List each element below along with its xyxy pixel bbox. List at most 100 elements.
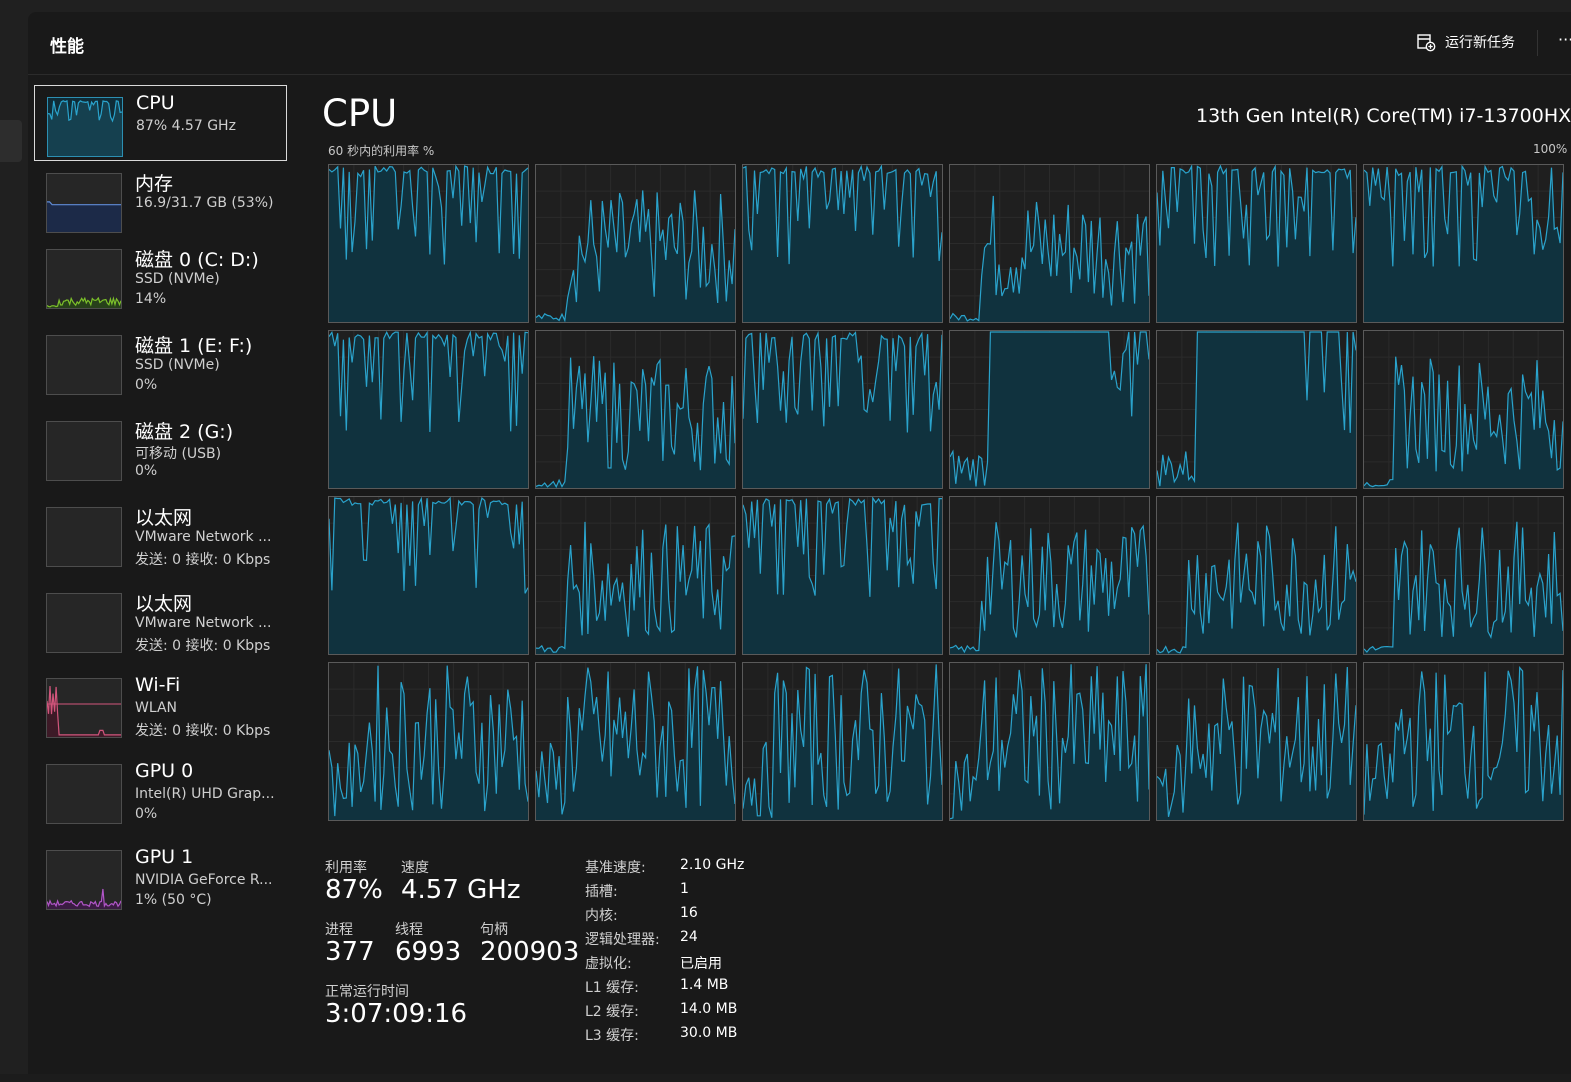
ethernet-1-thumbnail bbox=[46, 507, 122, 567]
info-label-l1-cache: L1 缓存: bbox=[585, 980, 639, 996]
info-label-l3-cache: L3 缓存: bbox=[585, 1028, 639, 1044]
logical-processor-svg bbox=[1157, 663, 1356, 820]
disk-0-thumbnail-graph bbox=[47, 296, 121, 308]
logical-processor-svg bbox=[1157, 497, 1356, 654]
logical-processor-svg bbox=[950, 663, 1149, 820]
info-value-sockets: 1 bbox=[680, 881, 689, 897]
disk-0-thumbnail bbox=[46, 249, 122, 309]
sidebar-item-disk-0[interactable]: 磁盘 0 (C: D:) SSD (NVMe) 14% bbox=[34, 239, 286, 315]
logical-processor-graph bbox=[535, 496, 736, 655]
mem-thumb-fill bbox=[47, 201, 121, 232]
info-label-virtualization: 虚拟化: bbox=[585, 956, 632, 972]
logical-processor-graph bbox=[949, 164, 1150, 323]
disk-2-thumbnail bbox=[46, 421, 122, 481]
cpu-thumbnail bbox=[47, 97, 123, 157]
sidebar-item-gpu-1[interactable]: GPU 1 NVIDIA GeForce R... 1% (50 °C) bbox=[34, 840, 286, 916]
logical-processor-graph bbox=[1156, 330, 1357, 489]
gpu-thumb-line bbox=[47, 888, 121, 908]
sidebar-item-cpu[interactable]: CPU 87% 4.57 GHz bbox=[34, 85, 287, 161]
logical-processor-graph bbox=[328, 496, 529, 655]
info-label-logical-processors: 逻辑处理器: bbox=[585, 932, 660, 948]
more-options-button[interactable]: ··· bbox=[1558, 30, 1571, 49]
handles-value: 200903 bbox=[480, 937, 580, 967]
logical-processor-svg bbox=[536, 497, 735, 654]
logical-processor-graph bbox=[535, 164, 736, 323]
info-value-l3-cache: 30.0 MB bbox=[680, 1025, 738, 1041]
sidebar-item-disk-2[interactable]: 磁盘 2 (G:) 可移动 (USB) 0% bbox=[34, 411, 286, 487]
nav-selected-indicator bbox=[0, 120, 22, 162]
info-label-cores: 内核: bbox=[585, 908, 618, 924]
gpu-thumb-fill bbox=[47, 889, 121, 909]
performance-panel: 性能 运行新任务 ··· CPU 87% 4.57 GHz 内存 16.9/31… bbox=[28, 12, 1571, 1074]
run-task-icon bbox=[1417, 34, 1436, 52]
cpu-model: 13th Gen Intel(R) Core(TM) i7-13700HX bbox=[1196, 105, 1571, 127]
logical-processor-graph bbox=[1363, 330, 1564, 489]
logical-processor-graph bbox=[1156, 496, 1357, 655]
logical-processor-svg bbox=[950, 331, 1149, 488]
logical-processor-graph bbox=[1156, 662, 1357, 821]
handles-label: 句柄 bbox=[480, 922, 508, 938]
sidebar-item-title: 内存 bbox=[135, 173, 174, 195]
sidebar-item-ethernet-1[interactable]: 以太网 VMware Network ... 发送: 0 接收: 0 Kbps bbox=[34, 497, 286, 573]
logical-processor-svg bbox=[1157, 331, 1356, 488]
speed-label: 速度 bbox=[401, 860, 429, 876]
run-new-task-button[interactable]: 运行新任务 bbox=[1416, 32, 1515, 52]
sidebar-item-title: 磁盘 1 (E: F:) bbox=[135, 335, 253, 357]
logical-processor-graph bbox=[1363, 496, 1564, 655]
window-bottom-edge bbox=[0, 1074, 1571, 1082]
logical-processor-svg bbox=[950, 497, 1149, 654]
logical-processor-graph bbox=[1363, 164, 1564, 323]
sidebar-item-disk-1[interactable]: 磁盘 1 (E: F:) SSD (NVMe) 0% bbox=[34, 325, 286, 401]
uptime-value: 3:07:09:16 bbox=[325, 999, 468, 1029]
sidebar-item-gpu-0[interactable]: GPU 0 Intel(R) UHD Grap... 0% bbox=[34, 754, 286, 830]
utilization-value: 87% bbox=[325, 875, 383, 905]
wifi-thumbnail bbox=[46, 678, 122, 738]
sidebar-item-detail: NVIDIA GeForce R... bbox=[135, 872, 273, 888]
sidebar-item-memory[interactable]: 内存 16.9/31.7 GB (53%) bbox=[34, 163, 286, 239]
sidebar-item-detail: SSD (NVMe) bbox=[135, 271, 220, 287]
sidebar-item-detail: Intel(R) UHD Grap... bbox=[135, 786, 275, 802]
info-value-l1-cache: 1.4 MB bbox=[680, 977, 729, 993]
header-separator bbox=[1537, 30, 1538, 56]
sidebar-item-ethernet-2[interactable]: 以太网 VMware Network ... 发送: 0 接收: 0 Kbps bbox=[34, 583, 286, 659]
sidebar-item-title: CPU bbox=[136, 92, 175, 114]
cpu-title: CPU bbox=[322, 92, 398, 135]
logical-processor-svg bbox=[1364, 331, 1563, 488]
wifi-thumbnail-graph bbox=[47, 685, 121, 737]
info-value-cores: 16 bbox=[680, 905, 698, 921]
ethernet-2-thumbnail bbox=[46, 593, 122, 653]
sidebar-item-detail: 可移动 (USB) bbox=[135, 446, 222, 462]
threads-label: 线程 bbox=[395, 922, 423, 938]
logical-processor-graph bbox=[949, 330, 1150, 489]
sidebar-item-value: 0% bbox=[135, 806, 158, 822]
sidebar-item-detail: 16.9/31.7 GB (53%) bbox=[135, 195, 274, 211]
sidebar-item-value: 发送: 0 接收: 0 Kbps bbox=[135, 552, 271, 568]
logical-processor-graph bbox=[328, 164, 529, 323]
processes-value: 377 bbox=[325, 937, 375, 967]
sidebar-item-wifi[interactable]: Wi-Fi WLAN 发送: 0 接收: 0 Kbps bbox=[34, 668, 286, 744]
header: 性能 运行新任务 ··· bbox=[28, 12, 1571, 75]
utilization-label: 利用率 bbox=[325, 860, 367, 876]
logical-processor-svg bbox=[329, 331, 528, 488]
mem-thumb-line bbox=[47, 201, 121, 206]
info-label-l2-cache: L2 缓存: bbox=[585, 1004, 639, 1020]
memory-thumbnail-graph bbox=[47, 201, 121, 232]
logical-processor-graph bbox=[742, 164, 943, 323]
logical-processor-graph bbox=[742, 662, 943, 821]
info-label-base-speed: 基准速度: bbox=[585, 860, 646, 876]
sidebar-item-detail: VMware Network ... bbox=[135, 529, 272, 545]
logical-processor-svg bbox=[743, 663, 942, 820]
sidebar-item-value: 14% bbox=[135, 291, 167, 307]
logical-processor-graph bbox=[328, 330, 529, 489]
logical-processor-svg bbox=[1157, 165, 1356, 322]
sidebar-item-value: 0% bbox=[135, 377, 158, 393]
logical-processor-graph bbox=[328, 662, 529, 821]
sidebar-item-detail: WLAN bbox=[135, 700, 178, 716]
logical-processor-graph bbox=[1156, 164, 1357, 323]
sidebar-item-detail: 87% 4.57 GHz bbox=[136, 118, 236, 134]
sidebar-item-title: 磁盘 0 (C: D:) bbox=[135, 249, 259, 271]
memory-thumbnail bbox=[46, 173, 122, 233]
processes-label: 进程 bbox=[325, 922, 353, 938]
logical-processor-svg bbox=[1364, 497, 1563, 654]
logical-processor-svg bbox=[1364, 663, 1563, 820]
